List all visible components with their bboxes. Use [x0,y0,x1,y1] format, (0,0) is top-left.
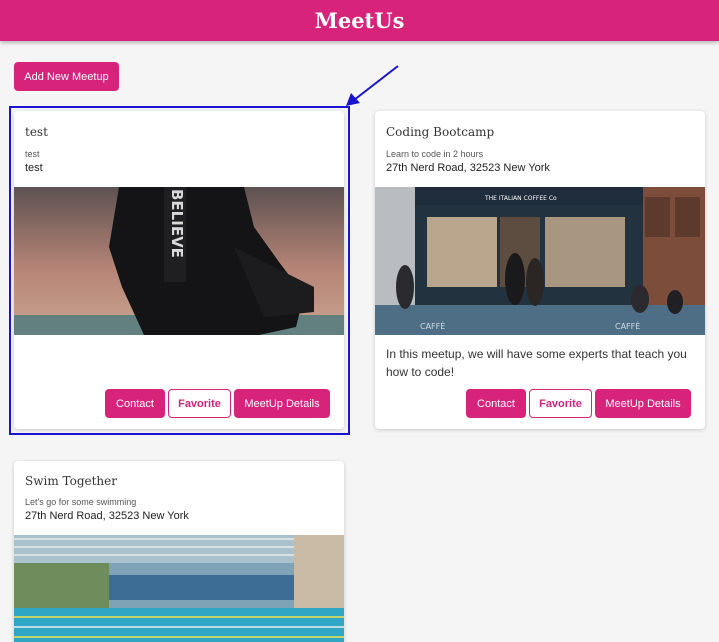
card-title: Swim Together [25,474,117,488]
contact-button[interactable]: Contact [466,389,526,418]
meetup-details-button[interactable]: MeetUp Details [234,389,330,418]
card-subtitle: Learn to code in 2 hours [386,149,484,159]
card-address: 27th Nerd Road, 32523 New York [25,510,189,522]
add-new-meetup-button[interactable]: Add New Meetup [14,62,119,91]
card-subtitle: test [25,149,40,159]
svg-text:BELIEVE: BELIEVE [168,189,186,258]
sign-text: CAFFÈ [420,320,445,331]
sign-text-2: CAFFÈ [615,320,640,331]
card-address: 27th Nerd Road, 32523 New York [386,162,550,174]
meetup-card-swim-together: Swim Together Let's go for some swimming… [14,461,344,642]
favorite-button[interactable]: Favorite [529,389,592,418]
app-header: MeetUs [0,0,719,41]
card-title: Coding Bootcamp [386,125,495,139]
meetup-details-button[interactable]: MeetUp Details [595,389,691,418]
meetup-card-coding-bootcamp: Coding Bootcamp Learn to code in 2 hours… [375,111,705,429]
app-title: MeetUs [314,8,405,33]
card-description: In this meetup, we will have some expert… [386,347,687,379]
meetup-image: BELIEVE [14,187,344,335]
card-subtitle: Let's go for some swimming [25,497,137,507]
meetup-image: THE ITALIAN COFFEE Co CAFFÈ CAFFÈ [375,187,705,335]
favorite-button[interactable]: Favorite [168,389,231,418]
awning-text: THE ITALIAN COFFEE Co [484,195,557,202]
contact-button[interactable]: Contact [105,389,165,418]
meetup-card-test: test test test BELIEVE Contact Favorite … [14,111,344,429]
card-address: test [25,162,43,174]
meetup-image [14,535,344,642]
annotation-arrow-icon [346,65,399,106]
card-title: test [25,125,48,139]
